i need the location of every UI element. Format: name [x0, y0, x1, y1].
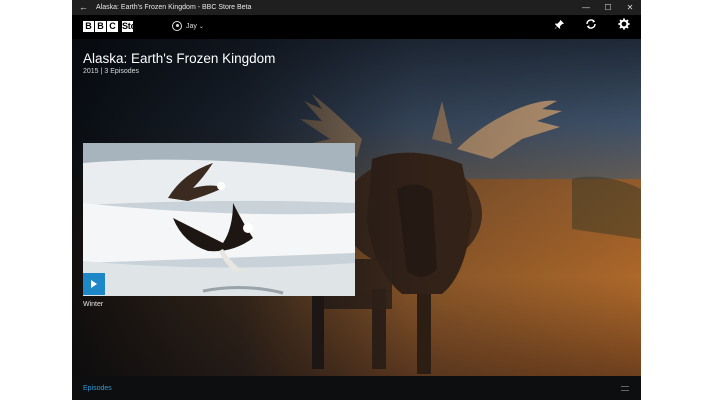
pin-icon[interactable] — [550, 18, 568, 36]
more-handle-icon[interactable] — [621, 386, 629, 391]
user-circle-icon — [172, 21, 182, 31]
hero-banner: Alaska: Earth's Frozen Kingdom 2015 | 3 Ep… — [72, 39, 641, 376]
minimize-button[interactable]: — — [575, 0, 597, 15]
back-arrow-icon[interactable]: ← — [79, 1, 88, 13]
episode-count: 3 Episodes — [104, 68, 140, 75]
logo-store-word: Store — [122, 21, 145, 32]
app-header: B B C Store Jay ⌄ — [72, 15, 641, 39]
show-meta: 2015 | 3 Episodes — [83, 68, 139, 75]
eagles-image — [83, 143, 355, 296]
window-title: Alaska: Earth's Frozen Kingdom - BBC Sto… — [96, 4, 252, 11]
bottom-app-bar: Episodes — [72, 376, 641, 400]
meta-separator: | — [100, 68, 103, 75]
show-year: 2015 — [83, 68, 99, 75]
episode-thumbnail-winter[interactable] — [83, 143, 355, 296]
show-title: Alaska: Earth's Frozen Kingdom — [83, 51, 276, 66]
title-bar: ← Alaska: Earth's Frozen Kingdom - BBC S… — [72, 0, 641, 15]
chevron-down-icon: ⌄ — [198, 23, 204, 30]
bbc-store-logo[interactable]: B B C Store — [83, 21, 145, 33]
maximize-button[interactable]: ☐ — [597, 0, 619, 15]
tab-episodes[interactable]: Episodes — [83, 385, 112, 392]
play-button[interactable] — [83, 273, 105, 295]
app-window: ← Alaska: Earth's Frozen Kingdom - BBC S… — [72, 0, 641, 400]
episode-title[interactable]: Winter — [83, 301, 103, 308]
user-name: Jay — [186, 22, 197, 30]
gear-icon[interactable] — [615, 18, 633, 36]
logo-block-b2: B — [95, 21, 106, 32]
user-menu[interactable]: Jay ⌄ — [172, 21, 204, 31]
logo-block-b1: B — [83, 21, 94, 32]
sync-icon[interactable] — [582, 18, 600, 36]
logo-block-c: C — [107, 21, 118, 32]
close-button[interactable]: ✕ — [619, 0, 641, 15]
